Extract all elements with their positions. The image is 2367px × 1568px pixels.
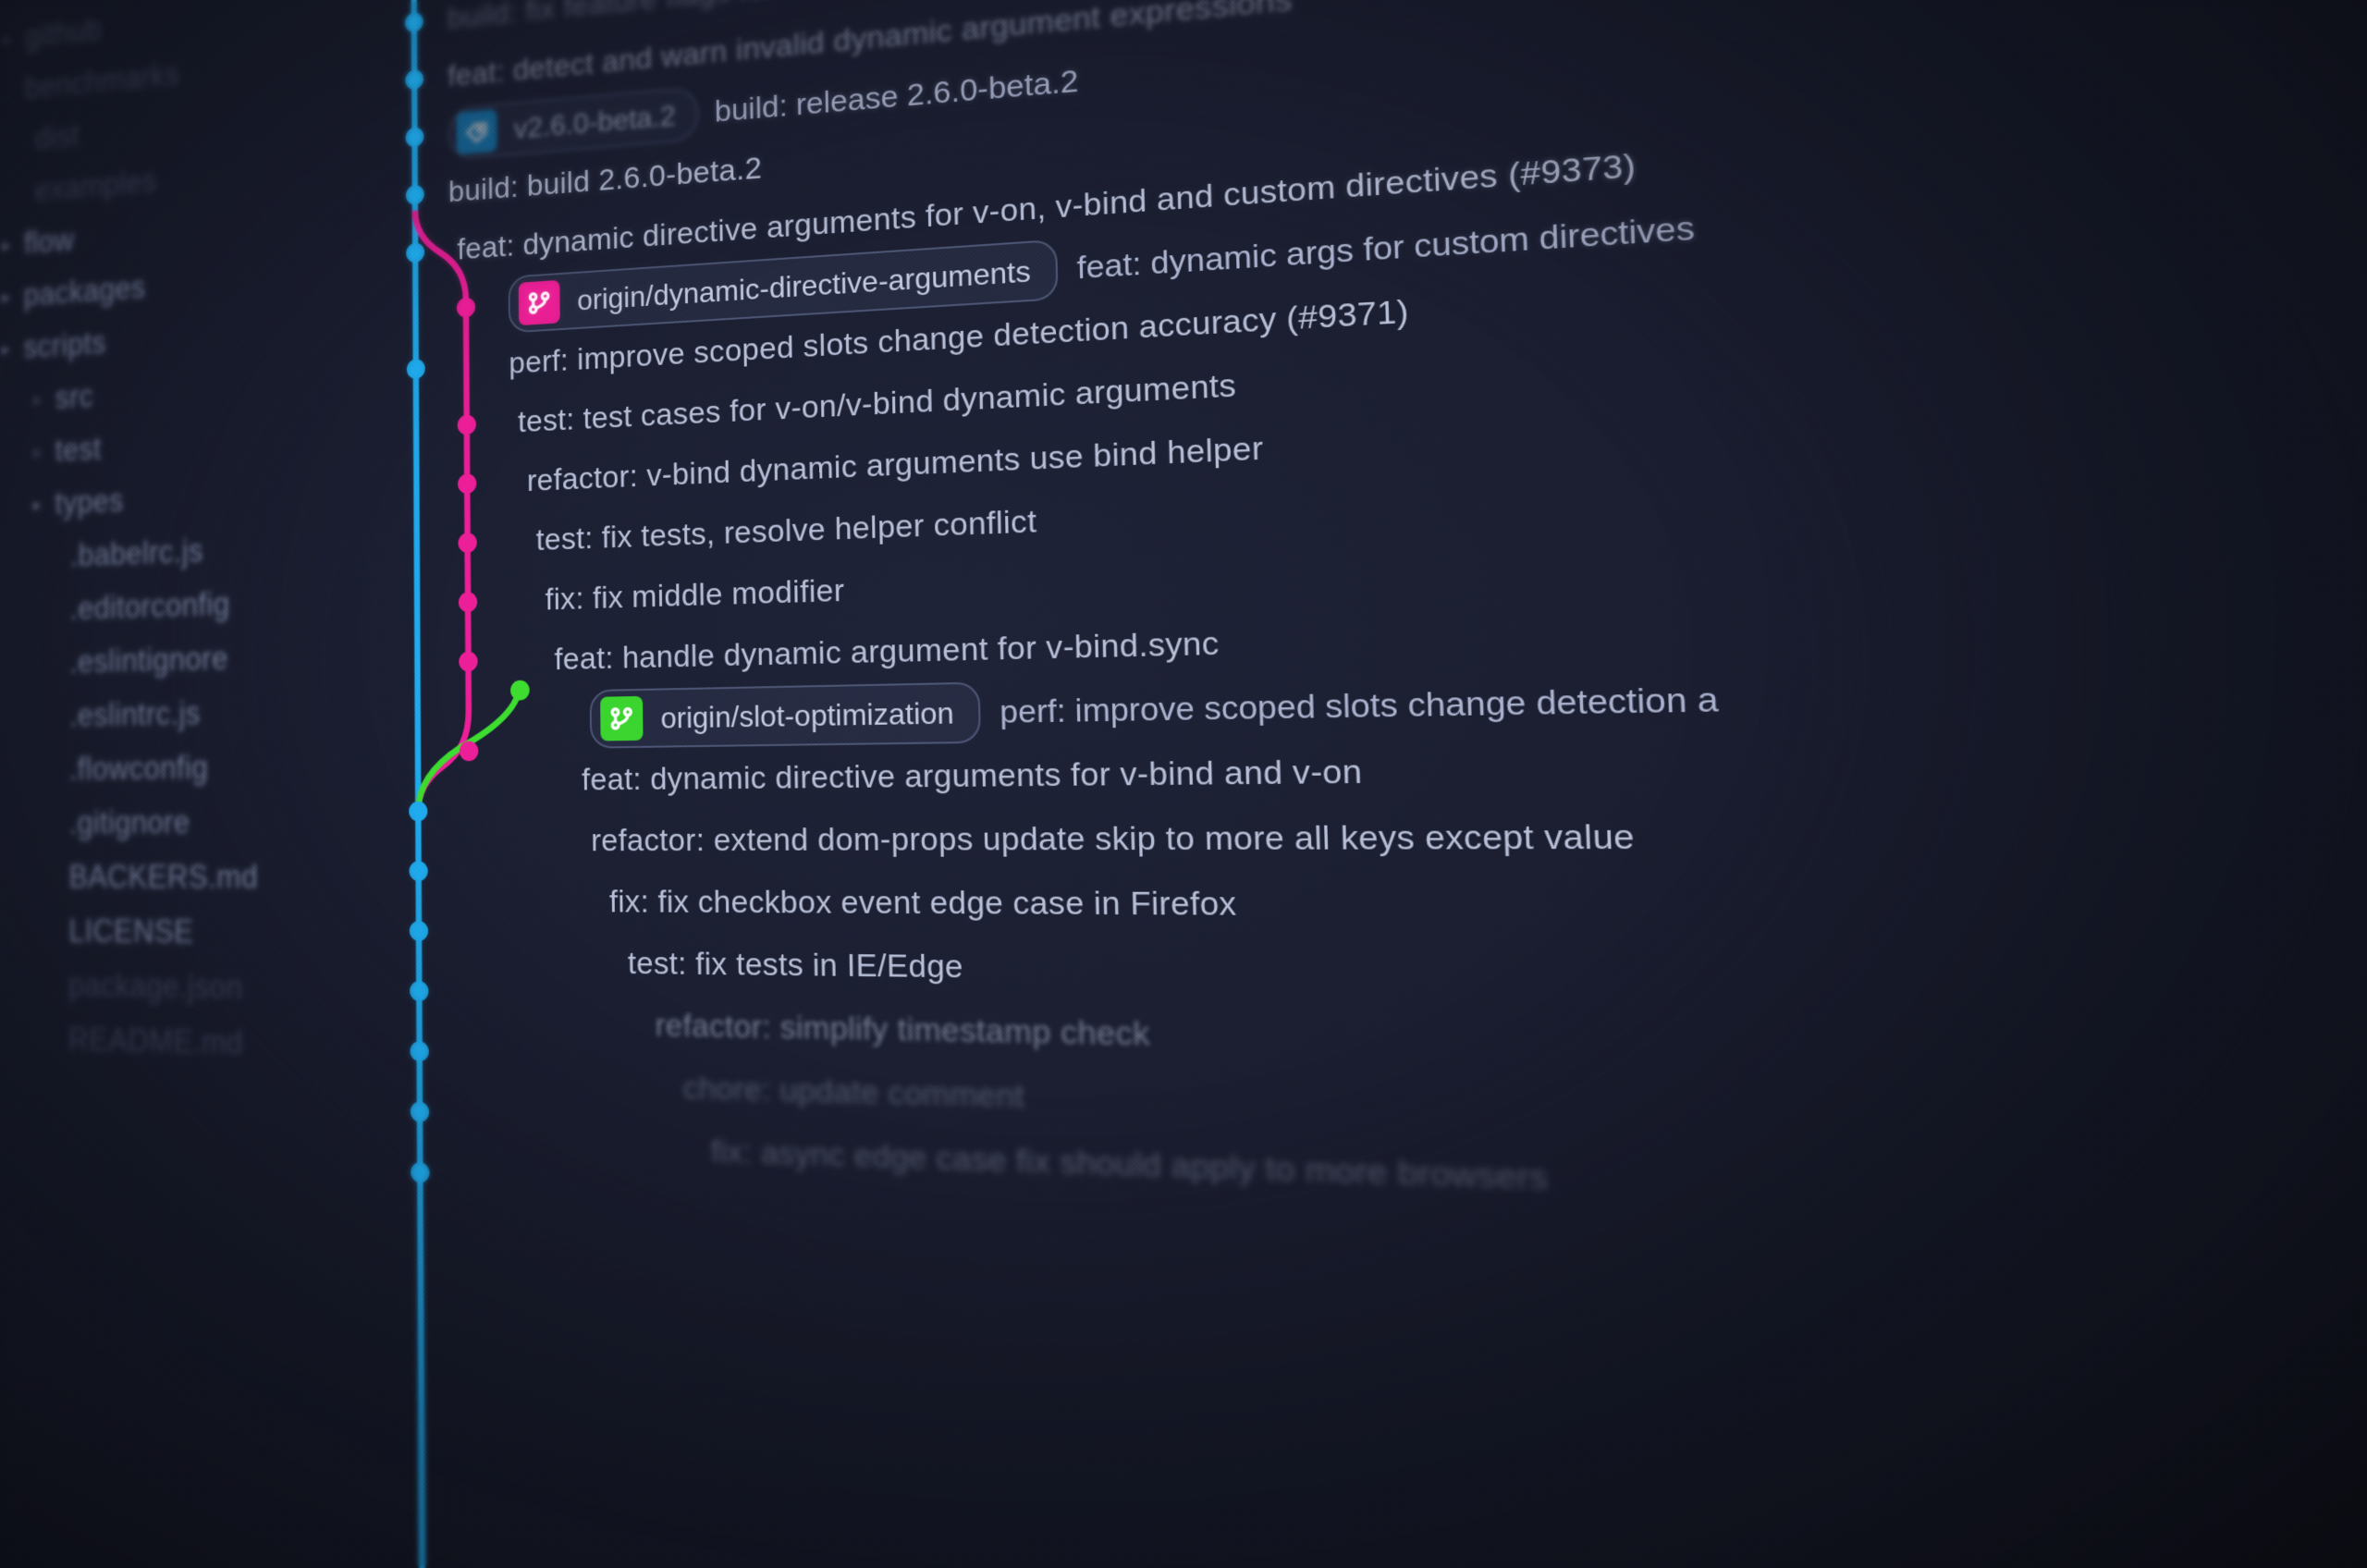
folder-label: packages — [24, 269, 146, 313]
folder-label: github — [25, 12, 102, 55]
folder-label: examples — [35, 164, 157, 209]
folder-label: flow — [24, 222, 75, 261]
folder-label: types — [55, 483, 123, 521]
commit-row[interactable]: fix: fix checkbox event edge case in Fir… — [393, 871, 1727, 940]
commit-message: chore: update comment — [682, 1070, 1024, 1116]
file-item[interactable]: README.md — [0, 1011, 394, 1075]
file-item[interactable]: .gitignore — [0, 793, 393, 850]
tag-icon — [457, 109, 497, 154]
commit-message: perf: improve scoped slots change detect… — [1000, 680, 1719, 730]
commit-message: feat: dynamic directive arguments for v-… — [582, 753, 1363, 798]
file-item[interactable]: .flowconfig — [0, 738, 393, 797]
commit-message: refactor: extend dom-props update skip t… — [591, 817, 1636, 859]
commit-message: feat: handle dynamic argument for v-bind… — [554, 625, 1220, 678]
commit-message: fix: async edge case fix should apply to… — [711, 1133, 1550, 1198]
file-label: .flowconfig — [69, 749, 208, 787]
branch-pill[interactable]: origin/slot-optimization — [590, 682, 982, 749]
file-label: .editorconfig — [70, 586, 230, 628]
file-label: BACKERS.md — [68, 859, 258, 896]
file-label: README.md — [68, 1022, 243, 1062]
commit-list: build: build 2.6.0-beta.2 build: fix fea… — [389, 0, 1739, 1219]
git-graph-panel: build: build 2.6.0-beta.2 build: fix fea… — [389, 0, 2367, 1568]
file-item[interactable]: LICENSE — [0, 904, 394, 962]
file-label: LICENSE — [68, 913, 193, 950]
file-label: package.json — [68, 967, 243, 1007]
tag-label: v2.6.0-beta.2 — [507, 99, 676, 146]
file-tree-sidebar: ▸github benchmarks dist examples ▸flow ▸… — [0, 0, 398, 1568]
file-item[interactable]: package.json — [0, 958, 394, 1019]
folder-label: benchmarks — [25, 56, 180, 106]
branch-icon — [519, 280, 560, 325]
folder-label: src — [55, 378, 93, 416]
branch-icon — [600, 696, 643, 741]
folder-label: test — [55, 431, 101, 469]
commit-message: refactor: simplify timestamp check — [655, 1007, 1150, 1053]
commit-row[interactable]: refactor: extend dom-props update skip t… — [393, 802, 1725, 871]
commit-message: fix: fix middle modifier — [545, 572, 844, 618]
commit-message: test: fix tests, resolve helper conflict — [536, 503, 1037, 557]
file-item[interactable]: .eslintrc.js — [0, 682, 393, 744]
folder-label: dist — [35, 117, 80, 156]
file-label: .gitignore — [69, 804, 190, 841]
commit-message: test: fix tests in IE/Edge — [628, 945, 964, 986]
file-label: .babelrc.js — [70, 533, 203, 574]
commit-message: fix: fix checkbox event edge case in Fir… — [609, 884, 1237, 924]
folder-label: scripts — [23, 325, 106, 365]
file-item[interactable]: .eslintignore — [0, 627, 392, 691]
file-label: .eslintrc.js — [69, 695, 201, 734]
branch-label: origin/slot-optimization — [654, 695, 955, 735]
file-item[interactable]: BACKERS.md — [0, 850, 393, 906]
file-label: .eslintignore — [69, 640, 228, 680]
